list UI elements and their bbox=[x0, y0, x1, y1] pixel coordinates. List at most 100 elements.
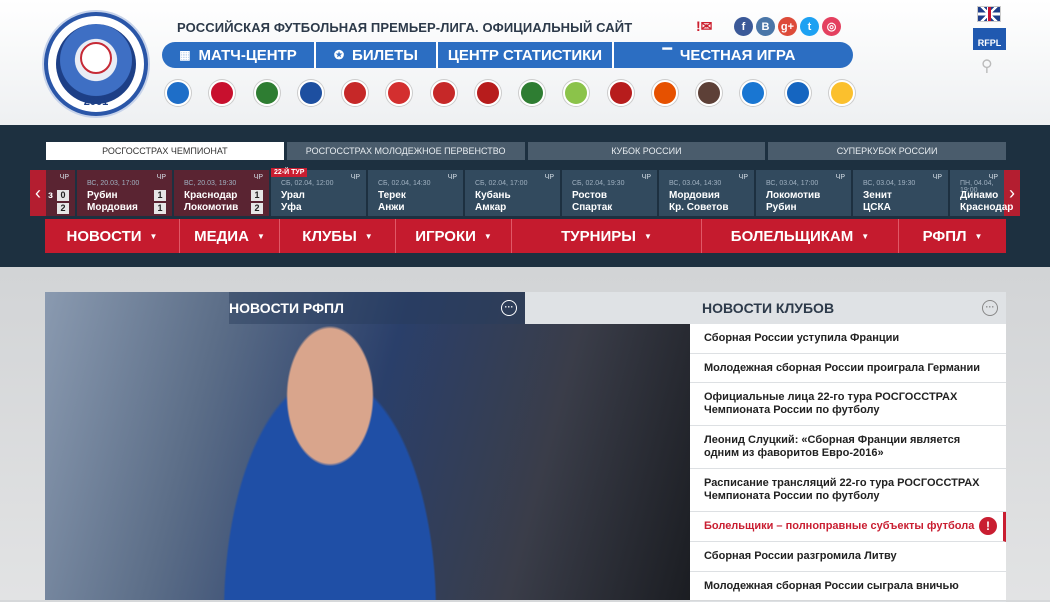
match-card[interactable]: ВС, 20.03, 19:30 ЧР Краснодар Локомотив 1 2 bbox=[174, 170, 269, 216]
club-logo-icon[interactable] bbox=[165, 80, 191, 106]
home-team: Зенит bbox=[863, 190, 892, 201]
chevron-down-icon: ▼ bbox=[364, 231, 373, 241]
mainnav-item[interactable]: ТУРНИРЫ ▼ bbox=[512, 219, 702, 253]
home-team: Мордовия bbox=[669, 190, 720, 201]
competition-tab[interactable]: РОСГОССТРАХ ЧЕМПИОНАТ bbox=[46, 142, 284, 160]
away-team: Спартак bbox=[572, 202, 613, 213]
mainnav-item[interactable]: ИГРОКИ ▼ bbox=[396, 219, 512, 253]
match-date: СБ, 02.04, 12:00 bbox=[281, 180, 334, 187]
topnav-icon: ▔ bbox=[662, 48, 672, 62]
competition-tab[interactable]: КУБОК РОССИИ bbox=[527, 142, 766, 160]
club-logo-icon[interactable] bbox=[740, 80, 767, 106]
news-item[interactable]: Молодежная сборная России проиграла Герм… bbox=[690, 354, 1006, 383]
match-card[interactable]: ВС, 03.04, 14:30 ЧР Мордовия Кр. Советов bbox=[659, 170, 754, 216]
club-logo-icon[interactable] bbox=[253, 80, 280, 106]
topnav-item[interactable]: ✪ БИЛЕТЫ bbox=[316, 42, 436, 68]
club-logos-row bbox=[165, 80, 855, 110]
topnav-label: ЦЕНТР СТАТИСТИКИ bbox=[447, 46, 603, 64]
match-card[interactable]: СБ, 02.04, 14:30 ЧР Терек Анжи bbox=[368, 170, 463, 216]
news-item[interactable]: Сборная России уступила Франции bbox=[690, 324, 1006, 354]
more-icon[interactable]: ··· bbox=[501, 300, 517, 316]
news-title: Расписание трансляций 22-го тура РОСГОСС… bbox=[704, 477, 980, 502]
match-competition: ЧР bbox=[253, 174, 263, 181]
match-card[interactable]: ВС, 03.04, 19:30 ЧР Зенит ЦСКА bbox=[853, 170, 948, 216]
match-competition: ЧР bbox=[932, 174, 942, 181]
logo-year: 2001 bbox=[83, 96, 109, 108]
social-icon[interactable]: g+ bbox=[778, 17, 797, 36]
news-item[interactable]: Молодежная сборная России сыграла вничью bbox=[690, 572, 1006, 602]
mainnav-item[interactable]: КЛУБЫ ▼ bbox=[280, 219, 396, 253]
away-team: Анжи bbox=[378, 202, 405, 213]
news-title: Молодежная сборная России сыграла вничью bbox=[704, 580, 959, 592]
alert-icon: ! bbox=[979, 517, 997, 535]
news-rfpl-header[interactable]: НОВОСТИ РФПЛ ··· bbox=[229, 292, 525, 324]
english-flag-icon[interactable] bbox=[977, 6, 1001, 22]
club-logo-icon[interactable] bbox=[474, 80, 501, 106]
club-logo-icon[interactable] bbox=[209, 80, 236, 106]
social-icon[interactable]: t bbox=[800, 17, 819, 36]
news-item[interactable]: Сборная России разгромила Литву bbox=[690, 542, 1006, 572]
home-team: Урал bbox=[281, 190, 305, 201]
match-card[interactable]: ВС, 03.04, 17:00 ЧР Локомотив Рубин bbox=[756, 170, 851, 216]
club-logo-icon[interactable] bbox=[386, 80, 413, 106]
match-card[interactable]: ВС, 20.03, 17:00 ЧР Рубин Мордовия 1 1 bbox=[77, 170, 172, 216]
match-competition: ЧР bbox=[738, 174, 748, 181]
topnav-item[interactable]: ▦ МАТЧ-ЦЕНТР bbox=[162, 42, 314, 68]
club-logo-icon[interactable] bbox=[607, 80, 634, 106]
club-logo-icon[interactable] bbox=[297, 80, 324, 106]
club-news-title: НОВОСТИ КЛУБОВ bbox=[702, 300, 835, 316]
club-logo-icon[interactable] bbox=[828, 80, 855, 106]
club-logo-icon[interactable] bbox=[342, 80, 369, 106]
home-team: Локомотив bbox=[766, 190, 821, 201]
match-competition: ЧР bbox=[641, 174, 651, 181]
social-icon[interactable]: f bbox=[734, 17, 753, 36]
match-competition: ЧР bbox=[835, 174, 845, 181]
match-card[interactable]: СБ, 02.04, 17:00 ЧР Кубань Амкар bbox=[465, 170, 560, 216]
home-team: Динамо bbox=[960, 190, 999, 201]
match-card[interactable]: ПН, 04.04, 19:00 ЧР Динамо Краснодар bbox=[950, 170, 1013, 216]
social-links: f Bg+ t ◎ bbox=[734, 17, 841, 36]
away-team: Уфа bbox=[281, 202, 302, 213]
topnav-item[interactable]: ▔ ЧЕСТНАЯ ИГРА bbox=[614, 42, 844, 68]
mainnav-item[interactable]: БОЛЕЛЬЩИКАМ ▼ bbox=[702, 219, 899, 253]
club-logo-icon[interactable] bbox=[651, 80, 678, 106]
news-item[interactable]: Официальные лица 22-го тура РОСГОССТРАХ … bbox=[690, 383, 1006, 426]
match-date: ВС, 03.04, 19:30 bbox=[863, 180, 916, 187]
club-news-header[interactable]: НОВОСТИ КЛУБОВ ··· bbox=[525, 292, 1006, 324]
news-item[interactable]: Болельщики – полноправные субъекты футбо… bbox=[690, 512, 1006, 542]
mainnav-label: ТУРНИРЫ bbox=[561, 227, 636, 245]
home-score: 1 bbox=[154, 190, 166, 201]
more-icon[interactable]: ··· bbox=[982, 300, 998, 316]
chevron-down-icon: ▼ bbox=[256, 231, 265, 241]
rfpl-badge[interactable]: RFPL bbox=[973, 28, 1006, 50]
mainnav-item[interactable]: МЕДИА ▼ bbox=[180, 219, 280, 253]
competition-tab[interactable]: СУПЕРКУБОК РОССИИ bbox=[768, 142, 1006, 160]
mainnav-item[interactable]: РФПЛ ▼ bbox=[899, 219, 1006, 253]
club-logo-icon[interactable] bbox=[696, 80, 723, 106]
topnav-item[interactable]: ЦЕНТР СТАТИСТИКИ bbox=[438, 42, 612, 68]
mainnav-label: НОВОСТИ bbox=[66, 227, 142, 245]
search-icon[interactable]: ⚲ bbox=[981, 56, 993, 76]
mainnav-item[interactable]: НОВОСТИ ▼ bbox=[45, 219, 180, 253]
prev-arrow-icon[interactable]: ‹ bbox=[30, 170, 46, 216]
club-logo-icon[interactable] bbox=[519, 80, 546, 106]
match-card[interactable]: ЧР з 0 2 bbox=[46, 170, 75, 216]
club-logo-icon[interactable] bbox=[430, 80, 457, 106]
news-item[interactable]: Расписание трансляций 22-го тура РОСГОСС… bbox=[690, 469, 1006, 512]
home-team: Краснодар bbox=[184, 190, 238, 201]
chevron-down-icon: ▼ bbox=[974, 231, 983, 241]
featured-news-image[interactable] bbox=[45, 292, 690, 600]
match-competition: ЧР bbox=[988, 174, 998, 181]
news-item[interactable]: Леонид Слуцкий: «Сборная Франции являетс… bbox=[690, 426, 1006, 469]
competition-tab[interactable]: РОСГОССТРАХ МОЛОДЕЖНОЕ ПЕРВЕНСТВО bbox=[286, 142, 525, 160]
match-date: ВС, 03.04, 14:30 bbox=[669, 180, 722, 187]
match-date: СБ, 02.04, 17:00 bbox=[475, 180, 528, 187]
match-card[interactable]: СБ, 02.04, 19:30 ЧР Ростов Спартак bbox=[562, 170, 657, 216]
club-logo-icon[interactable] bbox=[784, 80, 811, 106]
alert-mail-icon[interactable]: !✉ bbox=[696, 18, 712, 35]
social-icon[interactable]: ◎ bbox=[822, 17, 841, 36]
topnav-label: МАТЧ-ЦЕНТР bbox=[198, 46, 297, 64]
rfpl-logo[interactable]: 2001 bbox=[44, 12, 148, 116]
club-logo-icon[interactable] bbox=[563, 80, 590, 106]
social-icon[interactable]: B bbox=[756, 17, 775, 36]
